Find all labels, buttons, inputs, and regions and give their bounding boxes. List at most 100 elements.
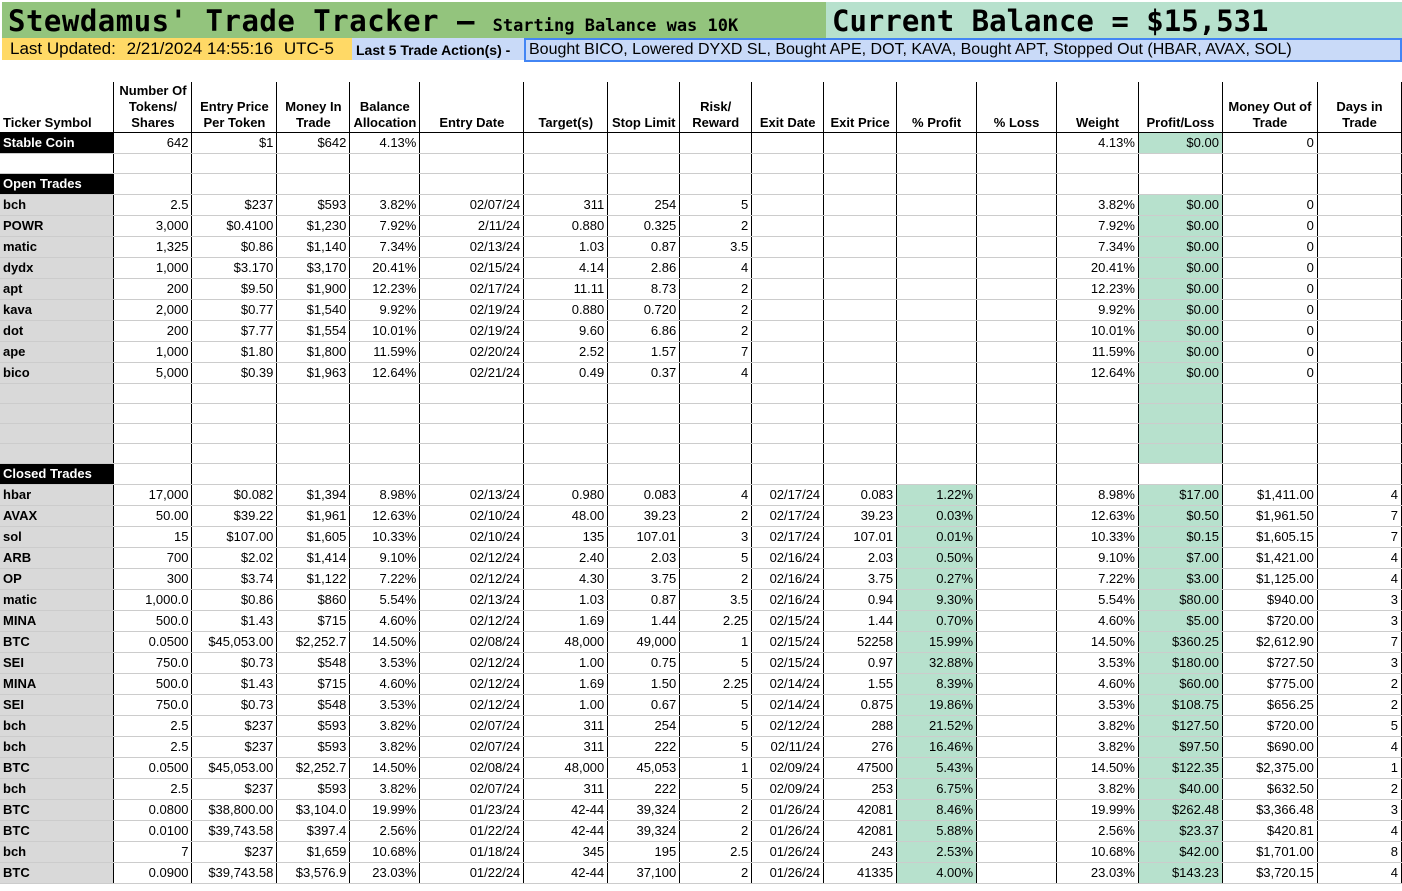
data-cell[interactable]: 02/10/24 bbox=[419, 505, 525, 527]
data-cell[interactable]: 2.5 bbox=[113, 778, 193, 800]
data-cell[interactable]: 39.23 bbox=[607, 505, 681, 527]
data-cell[interactable]: 19.86% bbox=[896, 694, 978, 716]
empty-cell[interactable] bbox=[976, 403, 1058, 424]
data-cell[interactable]: 10.68% bbox=[1056, 841, 1139, 863]
data-cell[interactable]: $1,554 bbox=[276, 320, 351, 342]
data-cell[interactable]: 311 bbox=[523, 736, 609, 758]
data-cell[interactable]: 3.82% bbox=[349, 736, 421, 758]
column-header[interactable]: Stop Limit bbox=[607, 82, 681, 133]
data-cell[interactable]: 750.0 bbox=[113, 652, 193, 674]
empty-cell[interactable] bbox=[679, 153, 753, 174]
data-cell[interactable]: 3.75 bbox=[823, 568, 898, 590]
data-cell[interactable]: 5 bbox=[679, 736, 753, 758]
data-cell[interactable] bbox=[976, 589, 1058, 611]
data-cell[interactable]: $237 bbox=[191, 715, 278, 737]
data-cell[interactable]: 10.33% bbox=[1056, 526, 1139, 548]
ticker-cell[interactable]: bico bbox=[0, 362, 115, 384]
data-cell[interactable]: 2.53% bbox=[896, 841, 978, 863]
data-cell[interactable]: 02/12/24 bbox=[419, 610, 525, 632]
data-cell[interactable]: 1,000 bbox=[113, 257, 193, 279]
empty-cell[interactable] bbox=[191, 443, 278, 464]
data-cell[interactable]: 4.13% bbox=[349, 132, 421, 154]
data-cell[interactable]: $1,540 bbox=[276, 299, 351, 321]
data-cell[interactable]: $720.00 bbox=[1222, 610, 1318, 632]
data-cell[interactable]: 02/12/24 bbox=[419, 652, 525, 674]
empty-cell[interactable] bbox=[1222, 423, 1318, 444]
empty-cell[interactable] bbox=[1056, 423, 1139, 444]
data-cell[interactable]: $3.00 bbox=[1138, 568, 1223, 590]
data-cell[interactable]: 1 bbox=[679, 757, 753, 779]
data-cell[interactable]: 0.980 bbox=[523, 484, 609, 506]
data-cell[interactable]: $1,605.15 bbox=[1222, 526, 1318, 548]
empty-cell[interactable] bbox=[523, 403, 609, 424]
data-cell[interactable]: $42.00 bbox=[1138, 841, 1223, 863]
column-header[interactable]: Entry Date bbox=[419, 82, 525, 133]
ticker-cell[interactable]: ape bbox=[0, 341, 115, 363]
data-cell[interactable]: 2 bbox=[1317, 694, 1402, 716]
data-cell[interactable]: 2 bbox=[679, 568, 753, 590]
empty-cell[interactable] bbox=[276, 463, 351, 485]
data-cell[interactable]: $3,170 bbox=[276, 257, 351, 279]
data-cell[interactable]: 42-44 bbox=[523, 862, 609, 884]
data-cell[interactable]: 45,053 bbox=[607, 757, 681, 779]
data-cell[interactable]: 222 bbox=[607, 736, 681, 758]
data-cell[interactable] bbox=[823, 362, 898, 384]
data-cell[interactable]: 7.34% bbox=[1056, 236, 1139, 258]
data-cell[interactable]: $39,743.58 bbox=[191, 862, 278, 884]
data-cell[interactable] bbox=[823, 341, 898, 363]
data-cell[interactable]: $1 bbox=[191, 132, 278, 154]
data-cell[interactable]: $548 bbox=[276, 694, 351, 716]
data-cell[interactable]: 02/17/24 bbox=[419, 278, 525, 300]
data-cell[interactable]: 4 bbox=[1317, 736, 1402, 758]
data-cell[interactable]: 3.82% bbox=[349, 778, 421, 800]
data-cell[interactable]: 2 bbox=[679, 278, 753, 300]
empty-cell[interactable] bbox=[113, 423, 193, 444]
empty-cell[interactable] bbox=[1138, 383, 1223, 404]
empty-cell[interactable] bbox=[896, 403, 978, 424]
empty-cell[interactable] bbox=[349, 463, 421, 485]
data-cell[interactable] bbox=[976, 694, 1058, 716]
data-cell[interactable]: 4.60% bbox=[349, 610, 421, 632]
column-header[interactable]: % Loss bbox=[976, 82, 1058, 133]
data-cell[interactable] bbox=[1317, 132, 1402, 154]
data-cell[interactable]: 5 bbox=[679, 694, 753, 716]
data-cell[interactable]: 5 bbox=[1317, 715, 1402, 737]
empty-cell[interactable] bbox=[607, 403, 681, 424]
empty-cell[interactable] bbox=[0, 153, 115, 174]
empty-cell[interactable] bbox=[751, 443, 825, 464]
data-cell[interactable]: $108.75 bbox=[1138, 694, 1223, 716]
data-cell[interactable]: $720.00 bbox=[1222, 715, 1318, 737]
data-cell[interactable]: $1.43 bbox=[191, 610, 278, 632]
empty-cell[interactable] bbox=[419, 403, 525, 424]
data-cell[interactable]: 02/13/24 bbox=[419, 589, 525, 611]
data-cell[interactable]: 311 bbox=[523, 194, 609, 216]
data-cell[interactable]: $593 bbox=[276, 715, 351, 737]
data-cell[interactable]: 02/15/24 bbox=[751, 652, 825, 674]
data-cell[interactable]: 42081 bbox=[823, 820, 898, 842]
data-cell[interactable] bbox=[607, 132, 681, 154]
data-cell[interactable]: 2 bbox=[679, 799, 753, 821]
data-cell[interactable]: 3.82% bbox=[1056, 194, 1139, 216]
data-cell[interactable]: $727.50 bbox=[1222, 652, 1318, 674]
data-cell[interactable]: 4.00% bbox=[896, 862, 978, 884]
data-cell[interactable] bbox=[523, 132, 609, 154]
data-cell[interactable]: 02/17/24 bbox=[751, 505, 825, 527]
data-cell[interactable]: 19.99% bbox=[349, 799, 421, 821]
data-cell[interactable]: $1,414 bbox=[276, 547, 351, 569]
empty-cell[interactable] bbox=[679, 403, 753, 424]
data-cell[interactable]: $1,140 bbox=[276, 236, 351, 258]
data-cell[interactable]: $593 bbox=[276, 736, 351, 758]
data-cell[interactable]: $1,421.00 bbox=[1222, 547, 1318, 569]
data-cell[interactable]: $1,800 bbox=[276, 341, 351, 363]
data-cell[interactable] bbox=[976, 778, 1058, 800]
data-cell[interactable]: 3.5 bbox=[679, 236, 753, 258]
empty-cell[interactable] bbox=[1222, 403, 1318, 424]
data-cell[interactable]: $2.02 bbox=[191, 547, 278, 569]
empty-cell[interactable] bbox=[523, 423, 609, 444]
empty-cell[interactable] bbox=[896, 423, 978, 444]
empty-cell[interactable] bbox=[607, 463, 681, 485]
empty-cell[interactable] bbox=[1317, 383, 1402, 404]
data-cell[interactable]: 0.37 bbox=[607, 362, 681, 384]
ticker-cell[interactable]: matic bbox=[0, 236, 115, 258]
data-cell[interactable] bbox=[976, 757, 1058, 779]
